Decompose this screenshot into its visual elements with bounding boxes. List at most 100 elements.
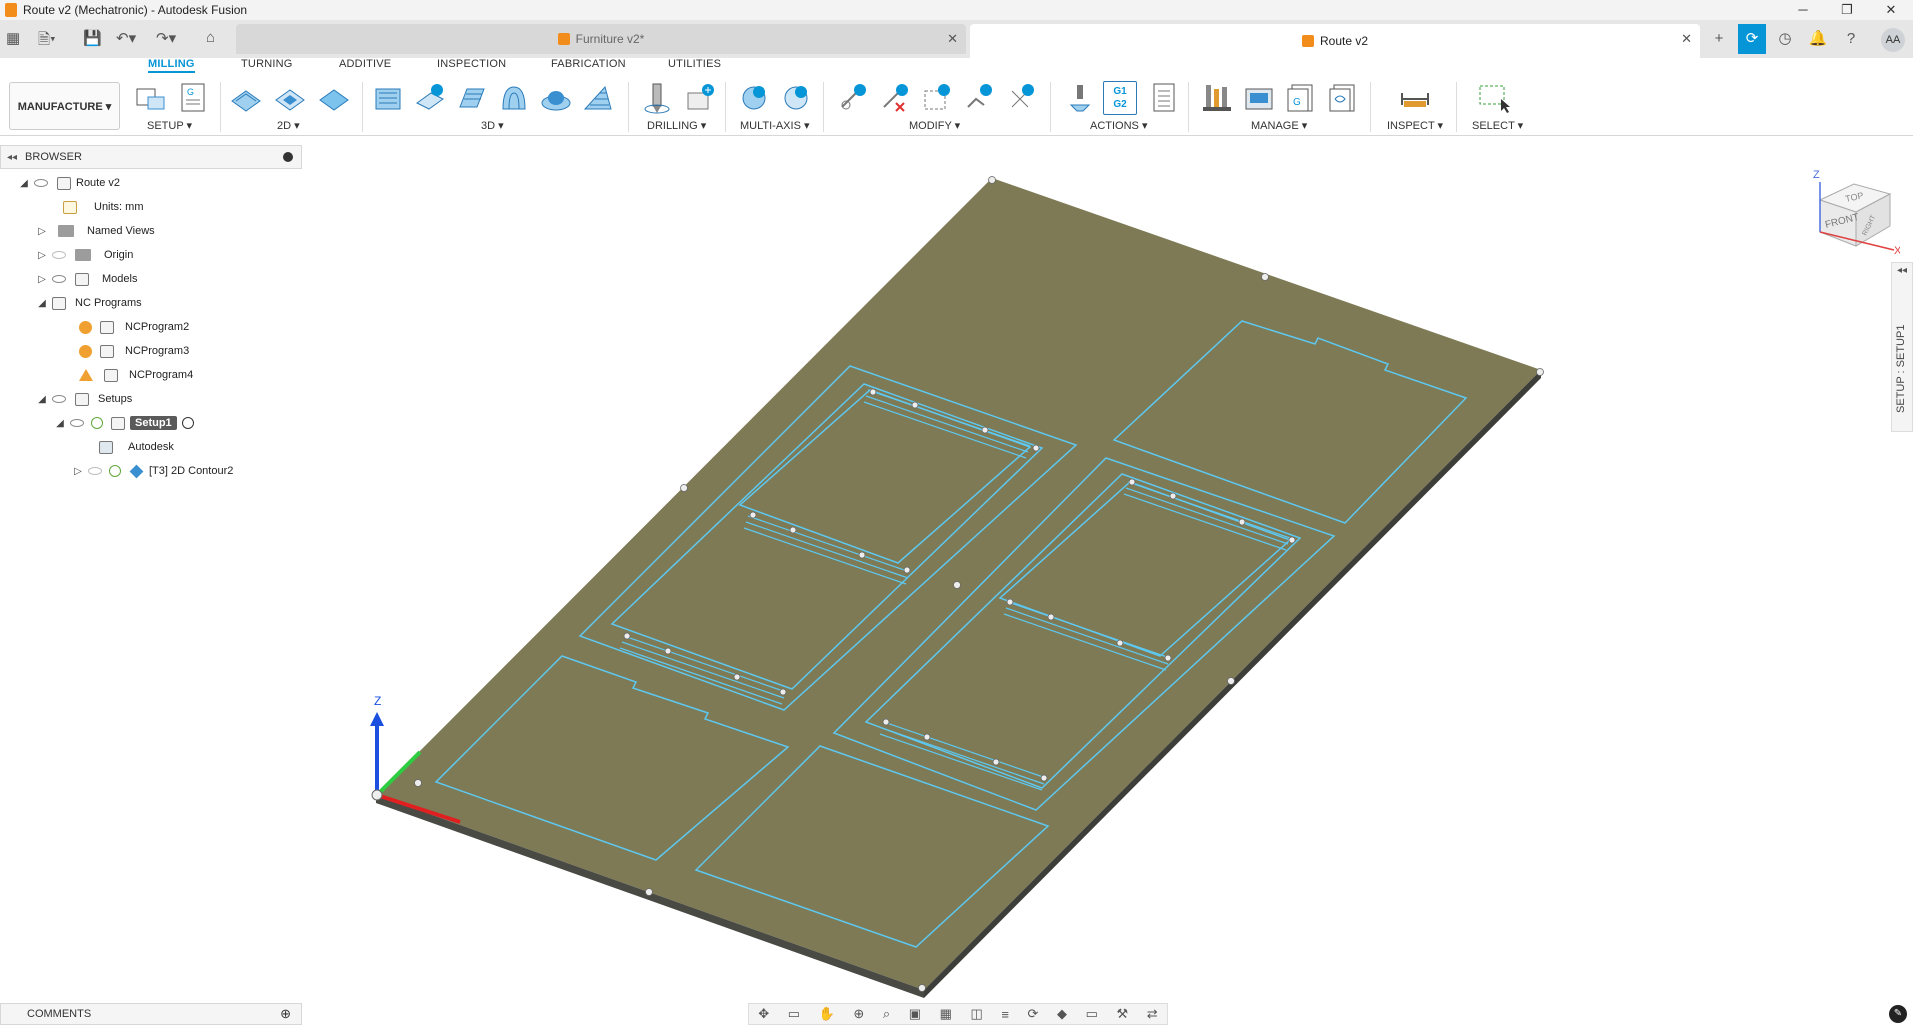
history-icon[interactable]: ◷	[1771, 24, 1799, 54]
tab-route-v2[interactable]: Route v2 ✕	[970, 24, 1700, 58]
simulation-icon[interactable]: ⇄	[1147, 1006, 1158, 1022]
tab-additive[interactable]: ADDITIVE	[339, 58, 391, 70]
group-select[interactable]: SELECT ▾	[1472, 119, 1523, 132]
trim-icon[interactable]	[836, 81, 870, 115]
viewcube[interactable]: TOP FRONT RIGHT Z X	[1810, 160, 1900, 256]
visibility-eye-icon[interactable]	[70, 419, 84, 427]
visibility-eye-icon[interactable]	[88, 467, 102, 475]
tree-setup1[interactable]: ◢ Setup1	[54, 412, 194, 434]
new-setup-icon[interactable]	[134, 81, 168, 115]
hole-recognition-icon[interactable]	[682, 81, 716, 115]
tool-icon[interactable]: ⚒	[1116, 1006, 1128, 1022]
parallel-icon[interactable]	[581, 81, 615, 115]
post-process-icon[interactable]: G1 G2	[1103, 81, 1137, 115]
tree-nc-programs[interactable]: ◢ NC Programs	[36, 292, 142, 314]
measure-icon[interactable]	[1398, 81, 1432, 115]
home-icon[interactable]: ⌂	[206, 29, 215, 46]
job-status-icon[interactable]: ⟳	[1738, 24, 1766, 54]
expand-triangle-icon[interactable]: ▷	[36, 250, 48, 261]
tab-utilities[interactable]: UTILITIES	[668, 58, 721, 70]
expand-triangle-icon[interactable]: ▷	[36, 226, 48, 237]
browser-panel-header[interactable]: ◂◂ BROWSER	[0, 145, 302, 169]
minimize-button[interactable]: ─	[1781, 0, 1825, 20]
tree-ncprogram2[interactable]: NCProgram2	[76, 316, 189, 338]
move-toolpath-icon[interactable]	[1004, 81, 1038, 115]
tree-models[interactable]: ▷ Models	[36, 268, 137, 290]
pan-icon[interactable]: ✋	[819, 1006, 835, 1022]
visibility-eye-icon[interactable]	[52, 251, 66, 259]
workspace-switcher[interactable]: MANUFACTURE ▾	[9, 82, 120, 130]
new-tab-button[interactable]: +	[1705, 24, 1733, 54]
avatar[interactable]: AA	[1881, 28, 1905, 52]
tree-units[interactable]: Units: mm	[58, 196, 144, 218]
2d-pocket-icon[interactable]	[273, 81, 307, 115]
swarf-icon[interactable]	[779, 81, 813, 115]
tab-fabrication[interactable]: FABRICATION	[551, 58, 626, 70]
toolpath-edit-icon[interactable]	[962, 81, 996, 115]
setup-sheet-icon[interactable]	[1147, 81, 1181, 115]
visibility-eye-icon[interactable]	[52, 395, 66, 403]
tree-setups[interactable]: ◢ Setups	[36, 388, 132, 410]
viewports-icon[interactable]: ◫	[971, 1006, 983, 1022]
collapse-triangle-icon[interactable]: ◢	[54, 418, 66, 429]
refresh-icon[interactable]: ⟳	[1028, 1006, 1039, 1022]
shading-icon[interactable]: ◆	[1057, 1006, 1067, 1022]
multi-axis-contour-icon[interactable]	[737, 81, 771, 115]
tree-ncprogram3[interactable]: NCProgram3	[76, 340, 189, 362]
tree-origin[interactable]: ▷ Origin	[36, 244, 133, 266]
tree-named-views[interactable]: ▷ Named Views	[36, 220, 155, 242]
collapse-browser-icon[interactable]: ◂◂	[7, 152, 17, 163]
display-settings-icon[interactable]: ▣	[909, 1006, 921, 1022]
help-icon[interactable]: ?	[1837, 24, 1865, 54]
visibility-eye-icon[interactable]	[52, 275, 66, 283]
expand-triangle-icon[interactable]: ▷	[36, 274, 48, 285]
tree-ncprogram4[interactable]: NCProgram4	[76, 364, 193, 386]
scallop-icon[interactable]	[539, 81, 573, 115]
template-library-icon[interactable]	[1326, 81, 1360, 115]
3d-viewport[interactable]: Z	[0, 137, 1913, 1000]
3d-pocket-icon[interactable]	[413, 81, 447, 115]
setup-side-panel[interactable]: ◂◂ SETUP : SETUP1	[1891, 262, 1913, 432]
maximize-button[interactable]: ❐	[1825, 0, 1869, 20]
comments-panel[interactable]: COMMENTS ⊕	[0, 1003, 302, 1025]
tool-library-icon[interactable]	[1200, 81, 1234, 115]
expand-panel-icon[interactable]: ◂◂	[1897, 265, 1907, 276]
save-icon[interactable]: 💾	[83, 29, 102, 47]
steep-shallow-icon[interactable]	[455, 81, 489, 115]
group-inspect[interactable]: INSPECT ▾	[1387, 119, 1443, 132]
tab-furniture-v2[interactable]: Furniture v2* ✕	[236, 24, 966, 54]
group-2d[interactable]: 2D ▾	[277, 119, 300, 132]
simulate-icon[interactable]	[1063, 81, 1097, 115]
expand-triangle-icon[interactable]: ▷	[72, 466, 84, 477]
tree-root[interactable]: ◢ Route v2	[18, 172, 120, 194]
group-drilling[interactable]: DRILLING ▾	[647, 119, 706, 132]
browser-options-icon[interactable]	[283, 152, 293, 162]
close-tab-icon[interactable]: ✕	[1681, 31, 1692, 47]
delete-toolpath-icon[interactable]	[878, 81, 912, 115]
collapse-triangle-icon[interactable]: ◢	[18, 178, 30, 189]
reorder-icon[interactable]	[920, 81, 954, 115]
collapse-triangle-icon[interactable]: ◢	[36, 394, 48, 405]
3d-adaptive-icon[interactable]	[371, 81, 405, 115]
zoom-icon[interactable]: ⊕	[853, 1006, 864, 1022]
tab-inspection[interactable]: INSPECTION	[437, 58, 506, 70]
face-icon[interactable]	[317, 81, 351, 115]
fit-icon[interactable]: ⌕	[883, 1006, 890, 1022]
activate-radio-icon[interactable]	[181, 417, 194, 429]
2d-adaptive-icon[interactable]	[229, 81, 263, 115]
notifications-icon[interactable]: 🔔	[1804, 24, 1832, 54]
look-at-icon[interactable]: ▭	[788, 1006, 800, 1022]
visibility-eye-icon[interactable]	[34, 179, 48, 187]
close-tab-icon[interactable]: ✕	[947, 31, 958, 47]
collapse-triangle-icon[interactable]: ◢	[36, 298, 48, 309]
select-box-icon[interactable]	[1477, 81, 1511, 115]
close-window-button[interactable]: ✕	[1869, 0, 1913, 20]
drill-icon[interactable]	[640, 81, 674, 115]
feedback-icon[interactable]: ✎	[1889, 1005, 1907, 1023]
group-3d[interactable]: 3D ▾	[481, 119, 504, 132]
post-library-icon[interactable]: G	[1284, 81, 1318, 115]
add-comment-icon[interactable]: ⊕	[280, 1006, 291, 1022]
tree-2d-contour2[interactable]: ▷ [T3] 2D Contour2	[72, 460, 233, 482]
file-menu-icon[interactable]: 🗎▾	[38, 29, 56, 54]
group-manage[interactable]: MANAGE ▾	[1251, 119, 1307, 132]
